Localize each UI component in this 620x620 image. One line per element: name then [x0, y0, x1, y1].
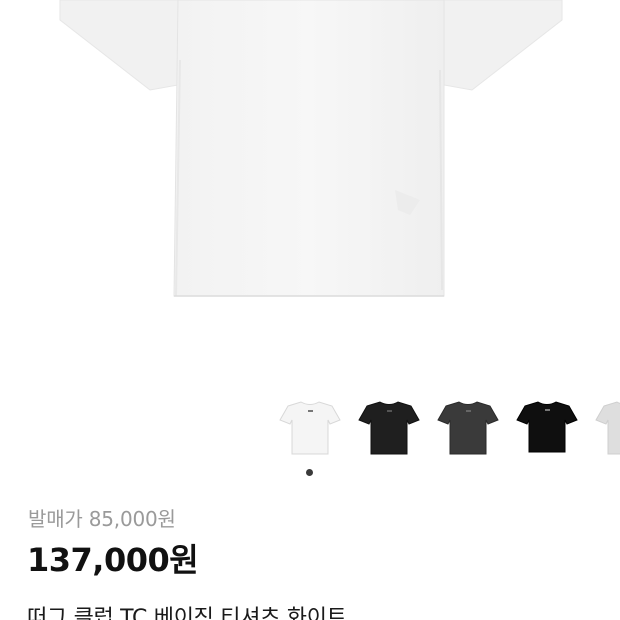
product-title: 떠그 클럽 TC 베이직 티셔츠 화이트: [27, 606, 347, 620]
gray-tshirt-thumbnail[interactable]: [590, 392, 620, 464]
white-tshirt-image: [59, 0, 563, 297]
main-product-image[interactable]: [0, 0, 620, 380]
white-tshirt-thumbnail[interactable]: [274, 392, 346, 464]
original-price: 발매가 85,000원: [28, 507, 176, 531]
charcoal-tshirt-thumbnail[interactable]: [432, 392, 504, 464]
sale-price: 137,000원: [27, 541, 199, 579]
thumbnail-strip: [0, 392, 620, 464]
black-tshirt-thumbnail[interactable]: [353, 392, 425, 464]
gallery-page-indicator: [306, 469, 313, 476]
black-logo-tshirt-thumbnail[interactable]: [511, 392, 583, 464]
product-page: 발매가 85,000원 137,000원 떠그 클럽 TC 베이직 티셔츠 화이…: [0, 0, 620, 620]
